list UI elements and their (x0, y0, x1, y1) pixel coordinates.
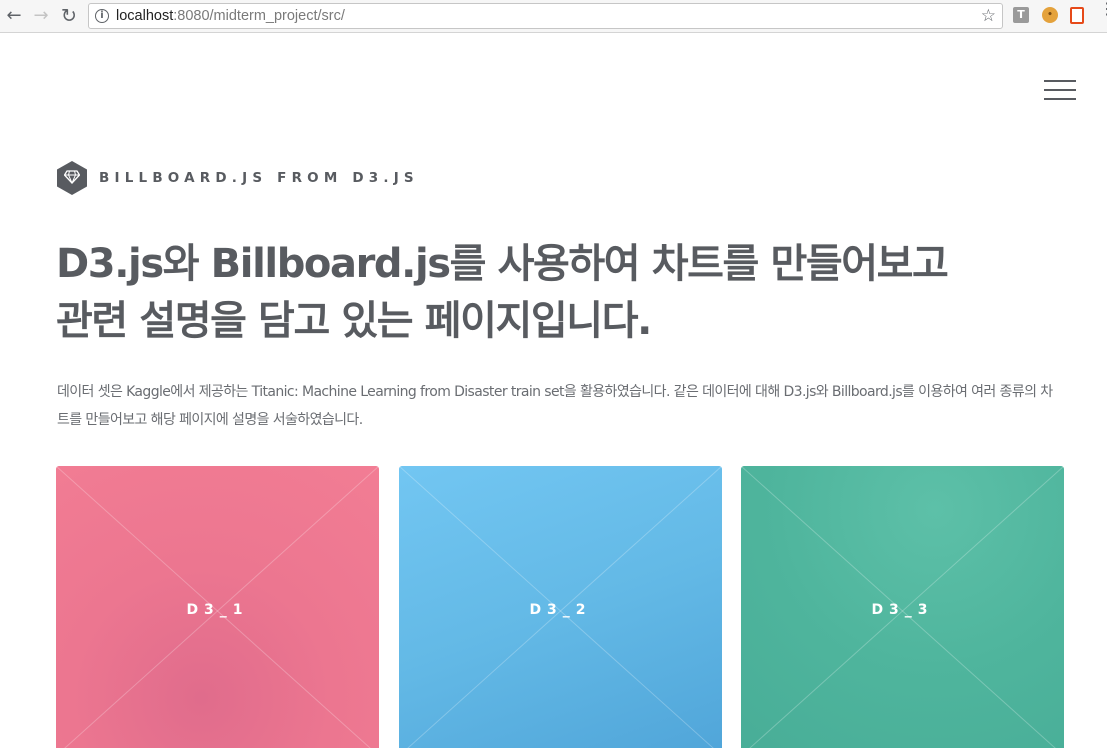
tile-label: D3_3 (871, 602, 934, 618)
hamburger-line (1044, 98, 1076, 100)
site-logo[interactable]: BILLBOARD.JS FROM D3.JS (57, 160, 419, 196)
forward-arrow-icon[interactable]: → (31, 6, 51, 26)
tile-d3-2[interactable]: D3_2 (399, 466, 722, 748)
headline-line-1: D3.js와 Billboard.js를 사용하여 차트를 만들어보고 (56, 241, 949, 287)
extension-cookie-icon[interactable]: • (1042, 7, 1058, 23)
chart-tiles: D3_1 D3_2 D3_3 (56, 466, 1064, 748)
page-description: 데이터 셋은 Kaggle에서 제공하는 Titanic: Machine Le… (57, 384, 1053, 428)
url-host: localhost (116, 8, 174, 24)
browser-menu-icon[interactable]: ⋮ (1099, 1, 1107, 17)
browser-toolbar: ← → ↻ i localhost:8080/midterm_project/s… (0, 0, 1107, 33)
tile-d3-1[interactable]: D3_1 (56, 466, 379, 748)
tile-label: D3_1 (186, 602, 249, 618)
bookmark-star-icon[interactable]: ☆ (981, 6, 996, 26)
hamburger-line (1044, 80, 1076, 82)
hamburger-menu-icon[interactable] (1044, 80, 1076, 100)
diamond-icon (57, 161, 87, 195)
url-text[interactable]: localhost:8080/midterm_project/src/ (116, 8, 345, 24)
tile-label: D3_2 (529, 602, 592, 618)
site-brand: BILLBOARD.JS FROM D3.JS (99, 170, 419, 186)
info-icon[interactable]: i (95, 9, 109, 23)
reload-icon[interactable]: ↻ (59, 6, 79, 26)
address-bar[interactable]: i localhost:8080/midterm_project/src/ ☆ (88, 3, 1003, 29)
tile-d3-3[interactable]: D3_3 (741, 466, 1064, 748)
extension-t-icon[interactable]: T (1013, 7, 1029, 23)
url-path: :8080/midterm_project/src/ (173, 8, 345, 24)
hamburger-line (1044, 89, 1076, 91)
headline-line-2: 관련 설명을 담고 있는 페이지입니다. (56, 298, 652, 344)
extension-office-icon[interactable] (1070, 7, 1084, 24)
page-headline: D3.js와 Billboard.js를 사용하여 차트를 만들어보고 관련 설… (56, 236, 956, 350)
back-arrow-icon[interactable]: ← (4, 6, 24, 26)
